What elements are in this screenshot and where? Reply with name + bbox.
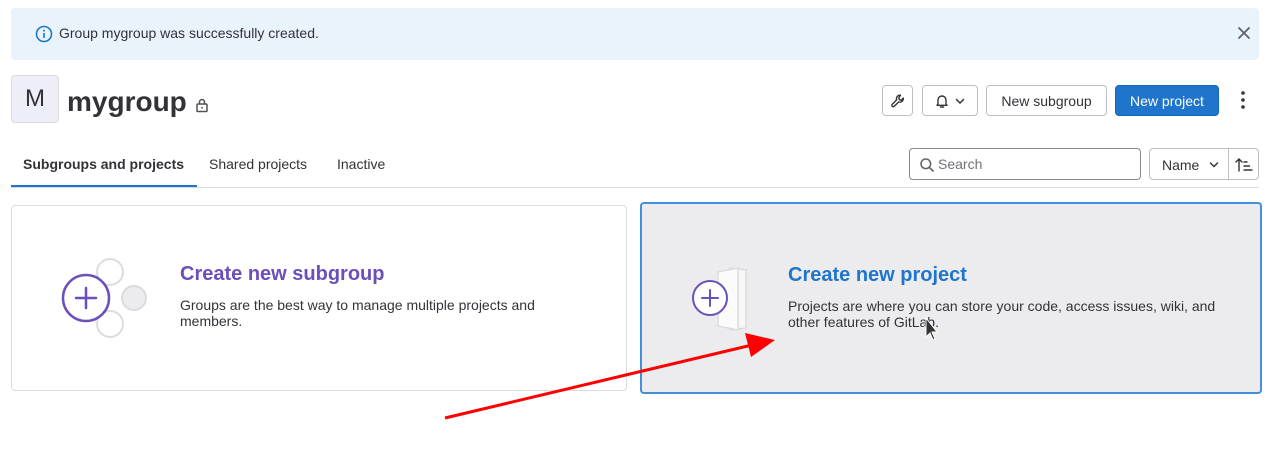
bell-icon	[936, 94, 948, 108]
create-project-card[interactable]: Create new project Projects are where yo…	[640, 202, 1262, 394]
sort-ascending-icon	[1235, 158, 1253, 172]
notifications-dropdown[interactable]	[922, 85, 978, 116]
tab-shared-projects[interactable]: Shared projects	[209, 156, 307, 172]
chevron-down-icon	[955, 98, 965, 104]
close-icon[interactable]	[1235, 24, 1253, 42]
lock-icon	[196, 98, 208, 113]
sort-selected-value: Name	[1162, 157, 1200, 173]
search-icon	[920, 158, 934, 172]
create-project-title[interactable]: Create new project	[788, 264, 967, 287]
active-tab-indicator	[11, 185, 197, 187]
create-subgroup-title[interactable]: Create new subgroup	[180, 263, 384, 286]
create-subgroup-card[interactable]: Create new subgroup Groups are the best …	[11, 205, 627, 391]
create-subgroup-description: Groups are the best way to manage multip…	[180, 297, 535, 329]
project-illustration-icon	[692, 267, 747, 331]
tab-inactive[interactable]: Inactive	[337, 156, 385, 172]
group-settings-button[interactable]	[882, 85, 913, 116]
alert-message: Group mygroup was successfully created.	[59, 25, 319, 41]
success-alert: Group mygroup was successfully created.	[11, 8, 1259, 60]
tab-subgroups-and-projects[interactable]: Subgroups and projects	[23, 156, 184, 172]
subgroup-illustration-icon	[61, 258, 147, 338]
info-icon	[35, 25, 53, 43]
new-subgroup-button[interactable]: New subgroup	[986, 85, 1107, 116]
sort-by-dropdown[interactable]: Name	[1149, 148, 1229, 180]
group-title: mygroup	[67, 86, 187, 117]
group-avatar[interactable]: M	[11, 75, 59, 123]
chevron-down-icon	[1209, 162, 1219, 168]
search-field[interactable]	[909, 148, 1141, 180]
tabs-divider	[11, 187, 1259, 188]
search-input[interactable]	[938, 150, 1134, 178]
vertical-ellipsis-icon[interactable]	[1234, 90, 1252, 110]
sort-direction-button[interactable]	[1228, 148, 1259, 180]
create-project-description: Projects are where you can store your co…	[788, 298, 1216, 330]
wrench-icon	[890, 94, 904, 107]
new-project-button[interactable]: New project	[1115, 85, 1219, 116]
